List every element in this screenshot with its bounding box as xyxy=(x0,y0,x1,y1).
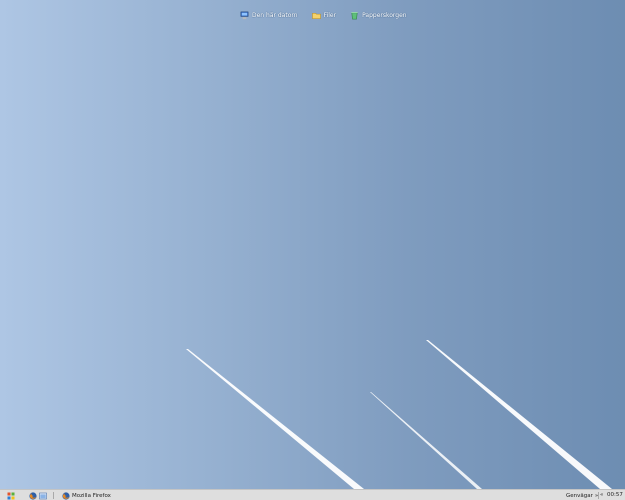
folder-icon xyxy=(311,12,321,19)
wallpaper-streaks xyxy=(186,340,612,489)
toolbar-shortcuts[interactable]: Genvägar » xyxy=(566,491,598,500)
tray-separator xyxy=(598,492,599,499)
wallpaper-streak xyxy=(186,349,364,489)
taskbar-button-firefox[interactable]: Mozilla Firefox xyxy=(62,491,111,500)
taskbar-button-label: Mozilla Firefox xyxy=(72,492,111,499)
firefox-icon xyxy=(62,491,70,500)
tray-expand-icon[interactable]: « xyxy=(600,491,603,500)
desktop-icon-recycle-bin[interactable]: Papperskorgen xyxy=(350,11,407,20)
start-button[interactable] xyxy=(7,491,15,500)
quick-launch-show-desktop[interactable] xyxy=(39,491,47,500)
wallpaper-streak xyxy=(370,392,482,489)
recycle-bin-icon xyxy=(351,11,358,19)
desktop: Den här datorn Filer Papperskorgen xyxy=(0,0,625,489)
start-menu-icon xyxy=(7,492,15,499)
clock[interactable]: 00:57 xyxy=(607,491,623,500)
desktop-icon-computer[interactable]: Den här datorn xyxy=(240,11,298,20)
desktop-icon-label: Den här datorn xyxy=(252,11,298,19)
computer-icon xyxy=(240,11,249,19)
desktop-icon-bar: Den här datorn Filer Papperskorgen xyxy=(240,8,407,22)
toolbar-shortcuts-label: Genvägar xyxy=(566,492,593,499)
desktop-icon-label: Papperskorgen xyxy=(362,11,407,19)
quick-launch-firefox[interactable] xyxy=(29,491,37,500)
taskbar: Mozilla Firefox Genvägar » « 00:57 xyxy=(0,489,625,500)
taskbar-separator xyxy=(53,492,54,499)
firefox-icon xyxy=(29,491,37,500)
show-desktop-icon xyxy=(39,492,47,499)
desktop-icon-label: Filer xyxy=(323,11,337,19)
desktop-icon-files[interactable]: Filer xyxy=(311,11,337,20)
